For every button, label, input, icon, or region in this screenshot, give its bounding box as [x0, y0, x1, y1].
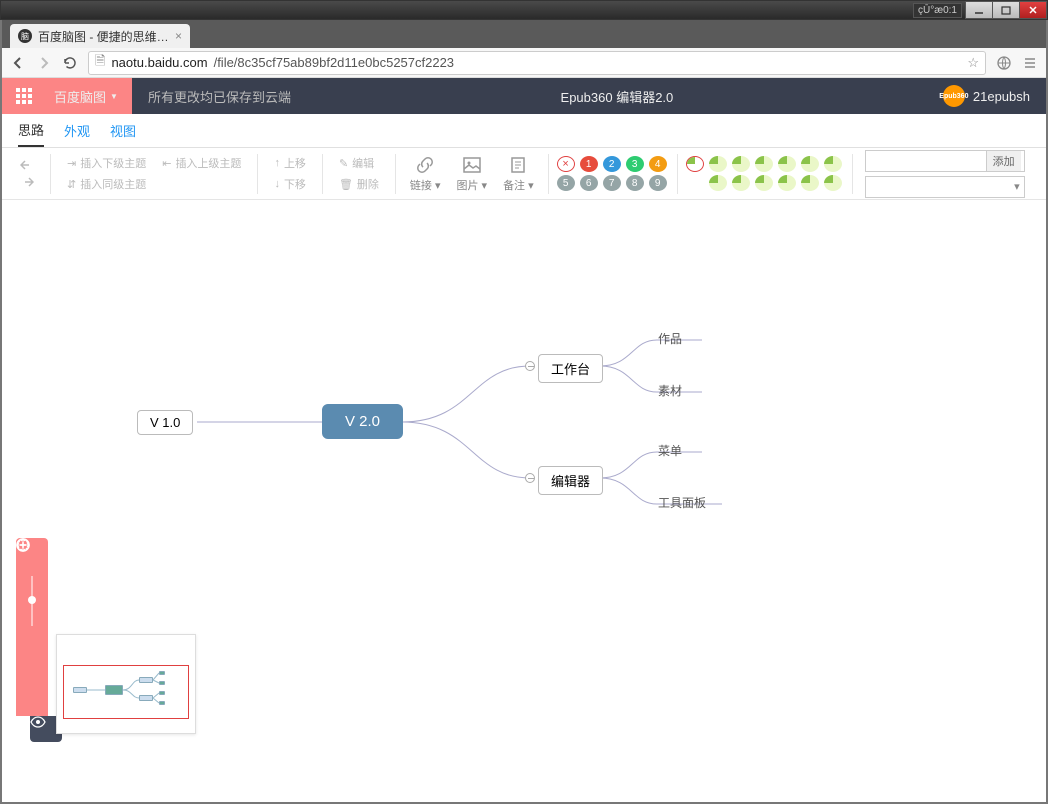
url-host: naotu.baidu.com: [111, 55, 207, 70]
progress-2[interactable]: [732, 156, 750, 172]
favicon-icon: 脑: [18, 29, 32, 43]
leaf-works[interactable]: 作品: [658, 330, 682, 347]
progress-clear[interactable]: [686, 156, 704, 172]
zoom-panel: [16, 538, 48, 716]
app-header: 百度脑图 ▼ 所有更改均已保存到云端 Epub360 编辑器2.0 Epub36…: [2, 78, 1046, 114]
close-button[interactable]: [1019, 1, 1047, 19]
forward-button[interactable]: [36, 55, 52, 71]
mindmap-canvas[interactable]: V 1.0 V 2.0 工作台 编辑器 作品 素材 菜单 工具面板: [2, 200, 1046, 760]
progress-4[interactable]: [778, 156, 796, 172]
maximize-button[interactable]: [992, 1, 1020, 19]
tab-title: 百度脑图 - 便捷的思维工...: [38, 28, 169, 45]
redo-button[interactable]: [16, 175, 38, 189]
undo-button[interactable]: [16, 158, 38, 172]
resource-select[interactable]: ▾: [865, 176, 1025, 198]
leaf-toolpanel[interactable]: 工具面板: [658, 494, 706, 511]
progress-5[interactable]: [801, 156, 819, 172]
reload-button[interactable]: [62, 55, 78, 71]
priority-9[interactable]: 9: [649, 175, 667, 191]
progress-7[interactable]: [709, 175, 727, 191]
collapse-toggle[interactable]: [525, 473, 535, 483]
node-workspace[interactable]: 工作台: [538, 354, 603, 383]
progress-3[interactable]: [755, 156, 773, 172]
browser-toolbar: 🗎 naotu.baidu.com/file/8c35cf75ab89bf2d1…: [2, 48, 1046, 78]
toolbar: ⇥ 插入下级主题 ⇤ 插入上级主题 ⇵ 插入同级主题 ↑ 上移 ↓ 下移 ✎ 编…: [2, 148, 1046, 200]
progress-6[interactable]: [824, 156, 842, 172]
browser-tab-strip: 脑 百度脑图 - 便捷的思维工... ×: [2, 20, 1046, 48]
menu-icon[interactable]: [1022, 55, 1038, 71]
priority-4[interactable]: 4: [649, 156, 667, 172]
globe-icon[interactable]: [996, 55, 1012, 71]
user-avatar-icon: Epub360: [943, 85, 965, 107]
node-editor[interactable]: 编辑器: [538, 466, 603, 495]
user-menu[interactable]: Epub360 21epubsh: [927, 85, 1046, 107]
resource-add: 添加: [865, 150, 1025, 172]
progress-8[interactable]: [732, 175, 750, 191]
delete-button[interactable]: 🗑 删除: [335, 175, 383, 193]
star-icon[interactable]: ☆: [967, 55, 979, 71]
insert-child-button[interactable]: ⇥ 插入下级主题: [63, 154, 150, 172]
node-root[interactable]: V 2.0: [322, 404, 403, 439]
move-up-button[interactable]: ↑ 上移: [270, 154, 310, 172]
save-status: 所有更改均已保存到云端: [132, 87, 307, 106]
tab-appearance[interactable]: 外观: [64, 114, 90, 147]
insert-sibling-button[interactable]: ⇵ 插入同级主题: [63, 175, 245, 193]
apps-grid-button[interactable]: [2, 78, 46, 114]
edit-button[interactable]: ✎ 编辑: [335, 154, 383, 172]
close-tab-icon[interactable]: ×: [175, 29, 182, 43]
progress-1[interactable]: [709, 156, 727, 172]
locate-button[interactable]: [22, 688, 42, 708]
ribbon-tabs: 思路 外观 视图: [2, 114, 1046, 148]
priority-2[interactable]: 2: [603, 156, 621, 172]
zoom-slider[interactable]: [31, 576, 33, 626]
progress-11[interactable]: [801, 175, 819, 191]
priority-palette: × 1 2 3 4 5 6 7 8 9: [557, 156, 669, 191]
pan-button[interactable]: [22, 662, 42, 682]
node-v1[interactable]: V 1.0: [137, 410, 193, 435]
browser-tab[interactable]: 脑 百度脑图 - 便捷的思维工... ×: [10, 24, 190, 48]
note-button[interactable]: 备注 ▾: [497, 155, 540, 193]
tab-idea[interactable]: 思路: [18, 114, 44, 147]
resource-input[interactable]: [866, 151, 986, 171]
priority-clear[interactable]: ×: [557, 156, 575, 172]
priority-5[interactable]: 5: [557, 175, 575, 191]
progress-9[interactable]: [755, 175, 773, 191]
image-button[interactable]: 图片 ▾: [450, 155, 493, 193]
window-titlebar: çŪ°æ0:1: [0, 0, 1048, 20]
document-title[interactable]: Epub360 编辑器2.0: [307, 87, 927, 106]
progress-palette: [686, 156, 844, 191]
zoom-out-button[interactable]: [22, 636, 42, 656]
page-icon: 🗎: [95, 52, 105, 74]
brand-label: 百度脑图: [54, 87, 106, 106]
brand-menu[interactable]: 百度脑图 ▼: [46, 78, 132, 114]
collapse-toggle[interactable]: [525, 361, 535, 371]
back-button[interactable]: [10, 55, 26, 71]
priority-7[interactable]: 7: [603, 175, 621, 191]
move-down-button[interactable]: ↓ 下移: [270, 175, 310, 193]
priority-1[interactable]: 1: [580, 156, 598, 172]
priority-3[interactable]: 3: [626, 156, 644, 172]
minimap[interactable]: [56, 634, 196, 734]
insert-parent-button[interactable]: ⇤ 插入上级主题: [158, 154, 245, 172]
add-button[interactable]: 添加: [986, 151, 1021, 171]
url-path: /file/8c35cf75ab89bf2d11e0bc5257cf2223: [214, 55, 454, 70]
leaf-menu[interactable]: 菜单: [658, 442, 682, 459]
progress-10[interactable]: [778, 175, 796, 191]
ime-indicator[interactable]: çŪ°æ0:1: [913, 3, 962, 18]
priority-6[interactable]: 6: [580, 175, 598, 191]
chevron-down-icon: ▼: [110, 92, 118, 101]
username: 21epubsh: [973, 89, 1030, 104]
leaf-assets[interactable]: 素材: [658, 382, 682, 399]
link-button[interactable]: 链接 ▾: [404, 155, 447, 193]
tab-view[interactable]: 视图: [110, 114, 136, 147]
minimize-button[interactable]: [965, 1, 993, 19]
progress-12[interactable]: [824, 175, 842, 191]
priority-8[interactable]: 8: [626, 175, 644, 191]
address-bar[interactable]: 🗎 naotu.baidu.com/file/8c35cf75ab89bf2d1…: [88, 51, 986, 75]
